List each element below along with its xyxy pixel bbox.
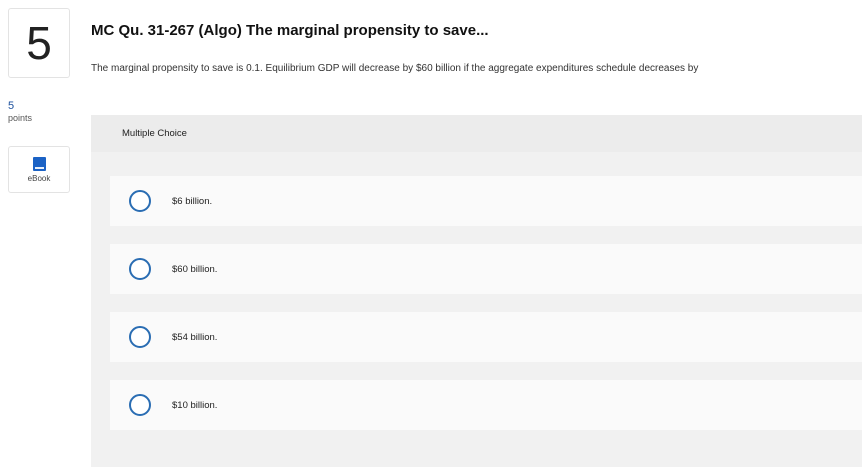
- radio-button[interactable]: [129, 258, 151, 280]
- radio-button[interactable]: [129, 394, 151, 416]
- multiple-choice-header-label: Multiple Choice: [122, 128, 187, 139]
- points-value: 5: [8, 100, 15, 112]
- ebook-button[interactable]: eBook: [8, 146, 70, 193]
- question-number-box: 5: [8, 8, 70, 78]
- points-info: 5 points: [8, 100, 32, 124]
- choice-option-c[interactable]: $54 billion.: [110, 312, 862, 362]
- choice-option-a[interactable]: $6 billion.: [110, 176, 862, 226]
- choice-label: $6 billion.: [172, 195, 213, 207]
- choice-option-b[interactable]: $60 billion.: [110, 244, 862, 294]
- book-icon: [32, 156, 46, 171]
- question-number: 5: [26, 17, 52, 69]
- points-label: points: [8, 113, 33, 123]
- question-prompt: The marginal propensity to save is 0.1. …: [91, 63, 699, 74]
- multiple-choice-panel: Multiple Choice $6 billion. $60 billion.…: [91, 115, 862, 467]
- radio-button[interactable]: [129, 190, 151, 212]
- multiple-choice-header: Multiple Choice: [91, 115, 862, 152]
- choice-option-d[interactable]: $10 billion.: [110, 380, 862, 430]
- choice-label: $54 billion.: [172, 331, 218, 343]
- radio-button[interactable]: [129, 326, 151, 348]
- choice-label: $10 billion.: [172, 399, 218, 411]
- ebook-label: eBook: [27, 173, 51, 183]
- question-title: MC Qu. 31-267 (Algo) The marginal propen…: [91, 22, 489, 39]
- choice-label: $60 billion.: [172, 263, 218, 275]
